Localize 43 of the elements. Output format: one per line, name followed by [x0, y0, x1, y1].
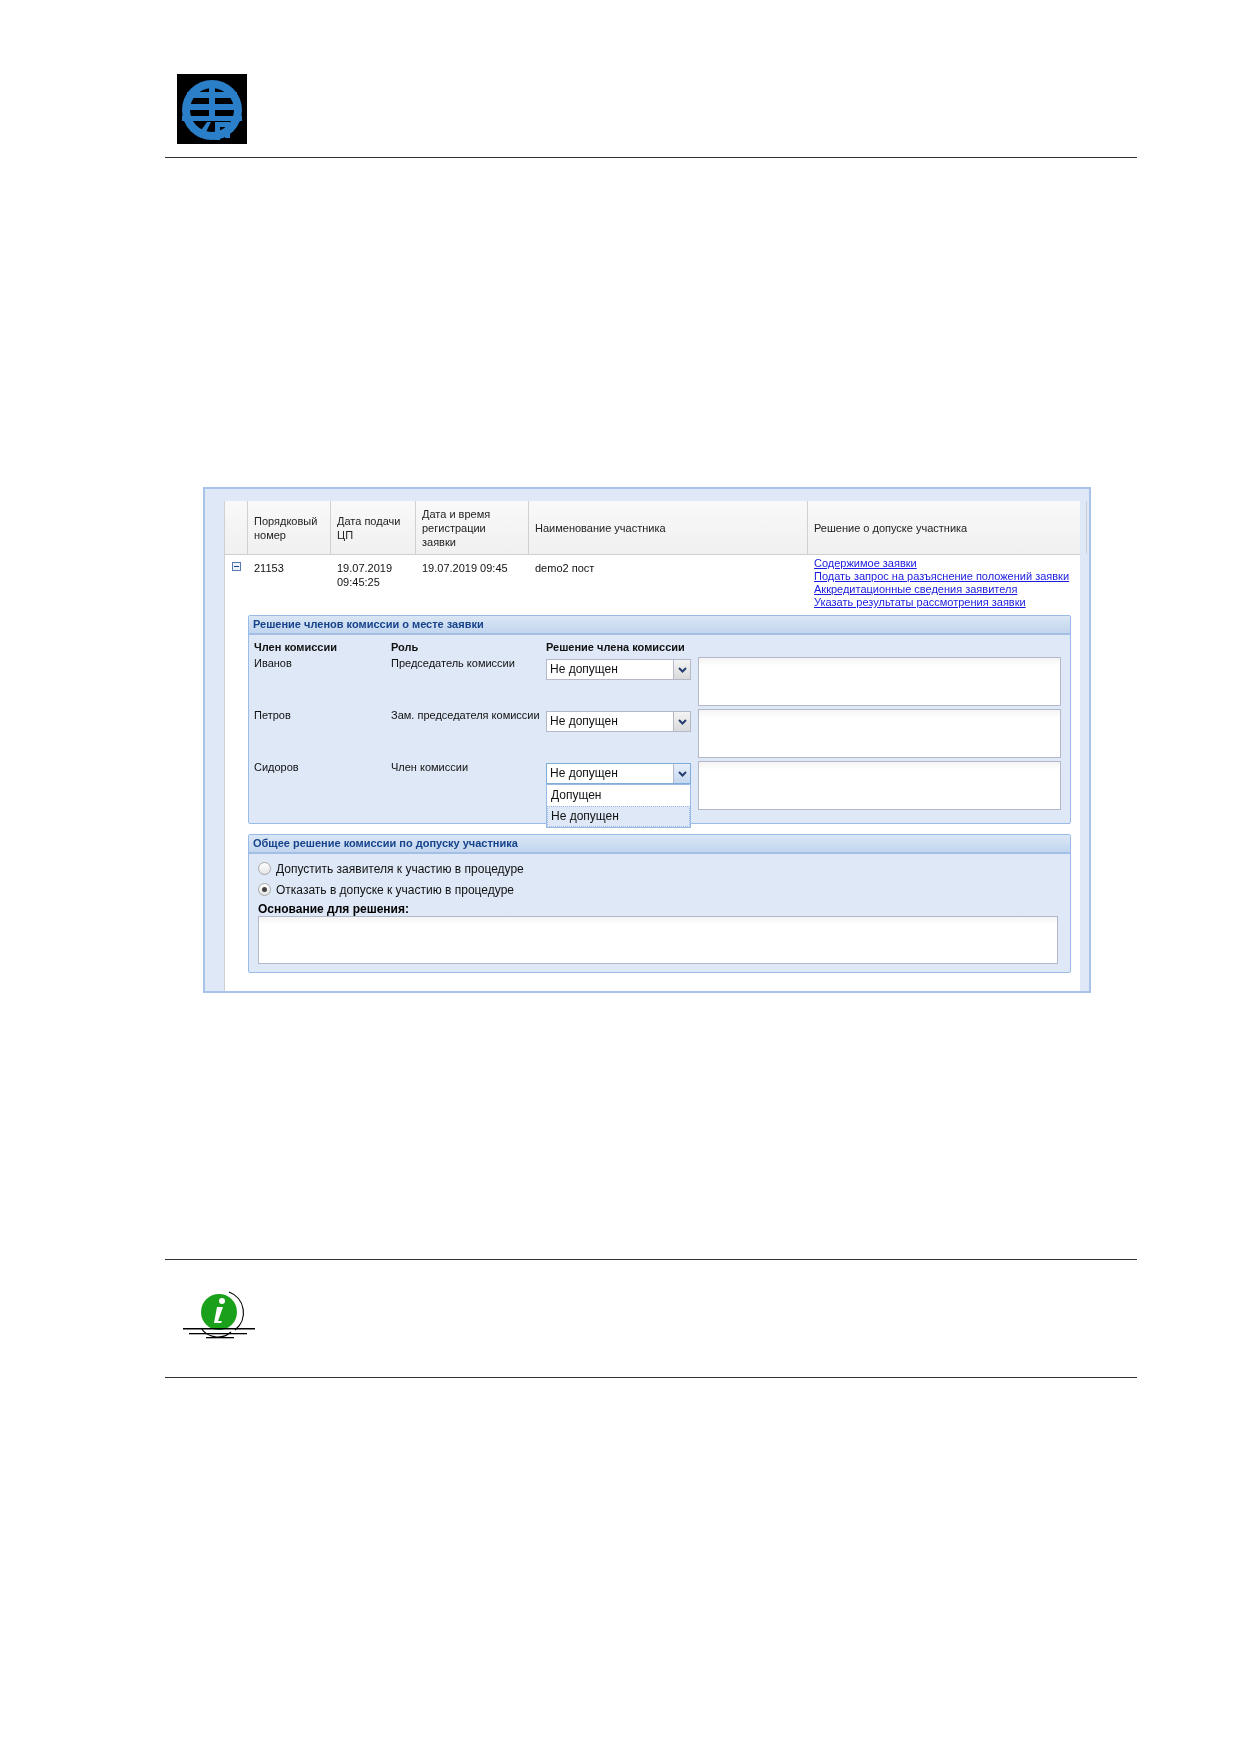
member-name: Петров	[254, 709, 292, 721]
member-role: Член комиссии	[391, 761, 470, 773]
decision-dropdown[interactable]: Не допущен	[546, 659, 691, 680]
radio-label[interactable]: Отказать в допуске к участию в процедуре	[276, 882, 514, 897]
member-name: Сидоров	[254, 761, 300, 773]
column-header[interactable]: Решение о допуске участника	[808, 501, 1087, 554]
link[interactable]: Подать запрос на разъяснение положений заявки	[814, 570, 1070, 583]
column-label: Член комиссии	[254, 641, 338, 653]
member-role: Зам. председателя комиссии	[391, 709, 541, 721]
chevron-down-icon	[677, 666, 687, 673]
table-cell-text: 19.07.2019 09:45:25	[337, 561, 394, 589]
table-cell: demo2 пост	[535, 561, 595, 575]
table-cell: 19.07.2019 09:45	[422, 561, 508, 575]
comment-field[interactable]	[698, 709, 1061, 758]
collapse-icon[interactable]	[232, 562, 241, 571]
column-header[interactable]: Дата и время регистрации заявки	[416, 501, 529, 554]
decision-dropdown[interactable]: Не допущен	[546, 711, 691, 732]
chevron-down-icon	[677, 718, 687, 725]
basis-field[interactable]	[258, 916, 1058, 964]
dropdown-option[interactable]: Допущен	[547, 785, 690, 806]
panel-title: Общее решение комиссии по допуску участника	[249, 835, 1070, 854]
link[interactable]: Содержимое заявки	[814, 557, 917, 570]
radio-button[interactable]	[258, 862, 271, 875]
radio-label[interactable]: Допустить заявителя к участию в процедуре	[276, 861, 524, 876]
panel-title: Решение членов комиссии о месте заявки	[249, 616, 1070, 635]
column-header[interactable]: Порядковый номер	[248, 501, 331, 554]
field-label: Основание для решения:	[258, 902, 410, 916]
column-label: Роль	[391, 641, 420, 653]
chevron-down-icon	[677, 770, 687, 777]
table-cell: 21153	[254, 561, 284, 575]
comment-field[interactable]	[698, 761, 1061, 810]
comment-field[interactable]	[698, 657, 1061, 706]
member-role: Председатель комиссии	[391, 657, 516, 669]
decision-dropdown[interactable]: Не допущен	[546, 763, 691, 784]
column-header[interactable]: Дата подачи ЦП	[331, 501, 416, 554]
radio-button[interactable]	[258, 883, 271, 896]
link[interactable]: Аккредитационные сведения заявителя	[814, 583, 1018, 596]
logo	[177, 74, 247, 144]
dropdown-option[interactable]: Не допущен	[547, 806, 690, 827]
column-label: Решение члена комиссии	[546, 641, 685, 653]
column-header[interactable]: Наименование участника	[529, 501, 808, 554]
member-name: Иванов	[254, 657, 293, 669]
link[interactable]: Указать результаты рассмотрения заявки	[814, 596, 1026, 609]
